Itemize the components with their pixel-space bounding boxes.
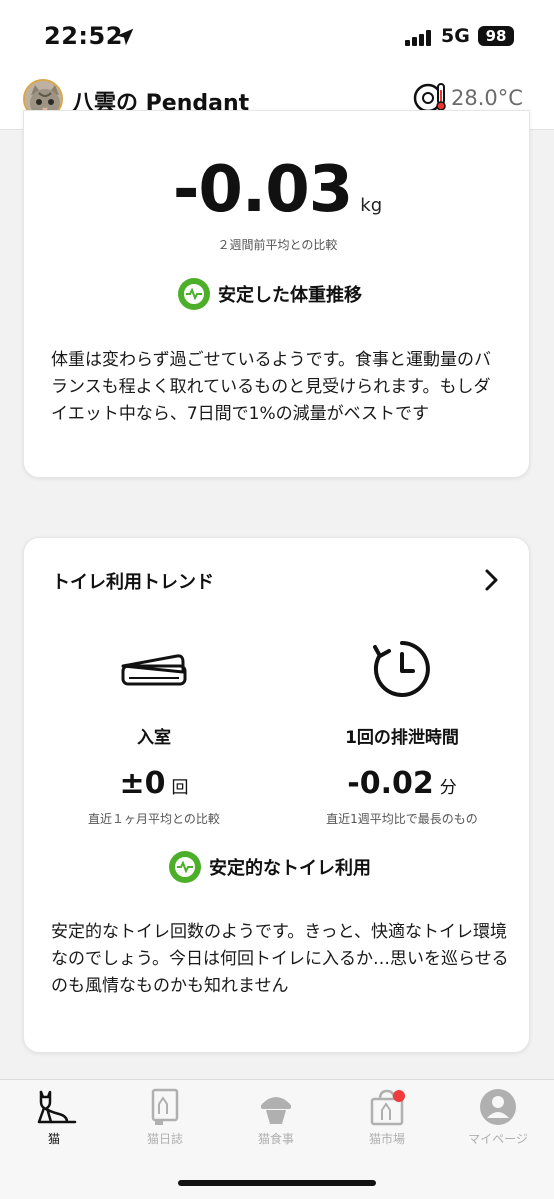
tab-label: 猫食事 — [257, 1132, 294, 1146]
weight-card: -0.03 kg ２週間前平均との比較 安定した体重推移 体重は変わらず過ごせてい… — [23, 110, 530, 478]
toilet-status-label: 安定的なトイレ利用 — [209, 858, 371, 879]
status-bar: 22:52 5G 98 — [0, 0, 554, 72]
duration-change-value: -0.02 — [347, 766, 434, 801]
location-arrow-icon — [116, 28, 134, 46]
tab-cat[interactable]: 猫 — [4, 1088, 104, 1147]
duration-note: 直近1週平均比で最長のもの — [326, 812, 478, 826]
entry-change-value: ±0 — [119, 766, 166, 801]
weight-change-unit: kg — [360, 195, 383, 216]
tab-diary[interactable]: 猫日誌 — [115, 1088, 215, 1147]
pulse-check-icon — [178, 278, 210, 310]
entry-change: ±0 回 — [84, 766, 224, 801]
signal-icon — [405, 30, 433, 46]
chevron-right-icon[interactable] — [479, 566, 503, 594]
tab-food[interactable]: 猫食事 — [226, 1088, 326, 1147]
duration-change: -0.02 分 — [312, 766, 492, 801]
network-type: 5G — [441, 25, 470, 47]
tab-mypage[interactable]: マイページ — [448, 1088, 548, 1147]
pulse-check-icon — [169, 851, 201, 883]
battery-level: 98 — [485, 27, 507, 45]
status-time: 22:52 — [44, 22, 123, 50]
toilet-card-title: トイレ利用トレンド — [52, 572, 214, 593]
tab-label: 猫 — [47, 1132, 60, 1146]
cat-icon — [37, 1090, 77, 1124]
entry-change-unit: 回 — [171, 778, 189, 798]
tab-label: 猫日誌 — [146, 1132, 183, 1146]
toilet-description: 安定的なトイレ回数のようです。きっと、快適なトイレ環境なのでしょう。今日は何回ト… — [51, 922, 509, 996]
weight-change-value: -0.03 — [172, 153, 353, 227]
toilet-trend-card[interactable]: トイレ利用トレンド 入室 1回の排泄時間 ±0 回 -0.02 分 直近１ヶ月平均と… — [23, 537, 530, 1053]
tab-label: マイページ — [468, 1132, 528, 1146]
user-icon — [480, 1089, 516, 1125]
weight-status: 安定した体重推移 — [178, 278, 362, 310]
litter-box-icon — [121, 654, 187, 686]
entry-note: 直近１ヶ月平均との比較 — [88, 812, 220, 826]
weight-compare-note: ２週間前平均との比較 — [217, 238, 338, 252]
battery-icon: 98 — [478, 26, 514, 46]
food-bowl-icon — [261, 1097, 291, 1124]
home-indicator[interactable] — [178, 1180, 376, 1186]
duration-change-unit: 分 — [439, 778, 457, 798]
weight-status-label: 安定した体重推移 — [218, 285, 362, 306]
history-clock-icon — [373, 641, 430, 697]
tab-label: 猫市場 — [368, 1132, 405, 1146]
toilet-status: 安定的なトイレ利用 — [169, 851, 371, 883]
temperature-value: 28.0°C — [451, 86, 523, 110]
entry-label: 入室 — [137, 728, 171, 748]
tab-market[interactable]: 猫市場 — [337, 1088, 437, 1147]
diary-icon — [151, 1088, 179, 1125]
weight-description: 体重は変わらず過ごせているようです。食事と運動量のバランスも程よく取れているもの… — [51, 350, 491, 424]
notification-badge — [393, 1090, 405, 1102]
duration-label: 1回の排泄時間 — [345, 728, 459, 748]
weight-change: -0.03 kg — [24, 153, 531, 227]
app-screen: 22:52 5G 98 八雲の Pendant 28.0°C -0.03 kg … — [0, 0, 554, 1199]
